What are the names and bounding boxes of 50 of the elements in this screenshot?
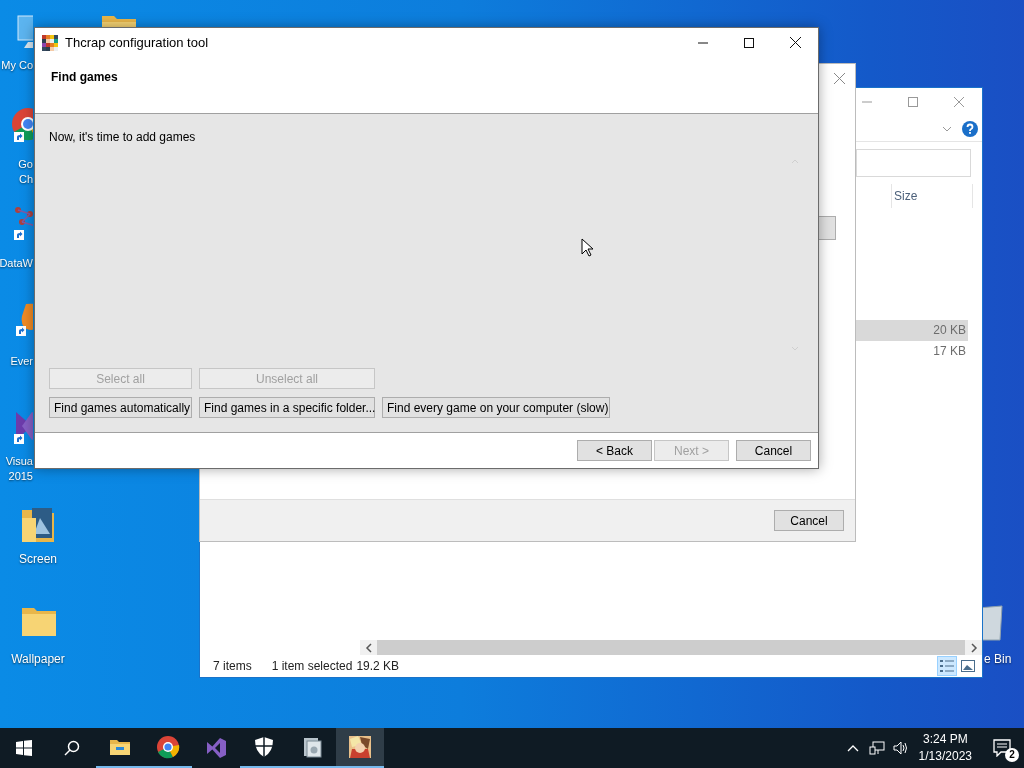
chevron-up-icon[interactable] bbox=[846, 743, 859, 753]
item-count: 7 items bbox=[213, 659, 252, 673]
selection-count: 1 item selected bbox=[271, 659, 353, 673]
details-view-icon bbox=[940, 659, 954, 673]
back-button[interactable]: < Back bbox=[577, 440, 652, 461]
close-icon[interactable] bbox=[789, 37, 801, 48]
help-icon[interactable] bbox=[962, 120, 978, 137]
clock[interactable]: 3:24 PM 1/13/2023 bbox=[912, 731, 980, 765]
desktop-icon-label[interactable]: DataW bbox=[0, 256, 33, 271]
network-icon[interactable] bbox=[868, 741, 885, 755]
page-heading: Find games bbox=[51, 70, 118, 84]
find-games-button[interactable]: Find games in a specific folder... bbox=[199, 397, 375, 418]
app-icon bbox=[42, 34, 58, 51]
desktop-icon-label[interactable]: Wallpaper bbox=[0, 652, 76, 667]
mouse-pointer-icon bbox=[581, 238, 594, 257]
intro-text: Now, it's time to add games bbox=[49, 130, 197, 144]
volume-icon[interactable] bbox=[892, 741, 909, 755]
file-size-cell[interactable]: 20 KB bbox=[855, 320, 968, 341]
cancel-button[interactable]: Cancel bbox=[774, 510, 844, 531]
desktop-icon-label[interactable]: Go Ch bbox=[18, 157, 33, 187]
taskbar-button[interactable] bbox=[336, 728, 384, 768]
notification-icon[interactable] bbox=[993, 739, 1011, 757]
notification-count: 2 bbox=[1005, 748, 1019, 762]
column-header[interactable]: Size bbox=[891, 184, 973, 208]
cancel-button[interactable]: Cancel bbox=[736, 440, 811, 461]
search-icon[interactable] bbox=[64, 740, 80, 756]
details-view-button[interactable] bbox=[937, 656, 957, 676]
desktop-icon-label[interactable]: e Bin bbox=[984, 652, 1024, 667]
desktop-icon-label[interactable]: Visua 2015 bbox=[5, 454, 33, 484]
desktop-icon-label[interactable]: Ever bbox=[10, 354, 33, 369]
find-games-button[interactable]: Find every game on your computer (slow) bbox=[382, 397, 610, 418]
start-icon[interactable] bbox=[16, 740, 32, 756]
maximize-icon[interactable] bbox=[744, 37, 754, 48]
window-title: Thcrap configuration tool bbox=[65, 35, 209, 50]
search-field[interactable] bbox=[856, 149, 971, 177]
file-size-cell[interactable]: 17 KB bbox=[855, 341, 968, 362]
shield-icon bbox=[252, 735, 276, 759]
selection-size: 19.2 KB bbox=[356, 659, 400, 673]
app-icon bbox=[348, 735, 372, 759]
scroll-right-icon[interactable] bbox=[969, 642, 978, 653]
picture-view-icon bbox=[961, 659, 975, 673]
desktop-icon-label[interactable]: Screen bbox=[0, 552, 76, 567]
desktop-icon-label[interactable]: My Co bbox=[1, 58, 33, 73]
scroll-left-icon[interactable] bbox=[364, 642, 373, 653]
find-games-button[interactable]: Find games automatically bbox=[49, 397, 192, 418]
chrome-icon bbox=[156, 735, 180, 759]
time: 3:24 PM bbox=[922, 731, 968, 748]
horizontal-scrollbar[interactable] bbox=[360, 640, 982, 655]
date: 1/13/2023 bbox=[918, 748, 972, 765]
visual-studio-icon bbox=[204, 736, 228, 760]
